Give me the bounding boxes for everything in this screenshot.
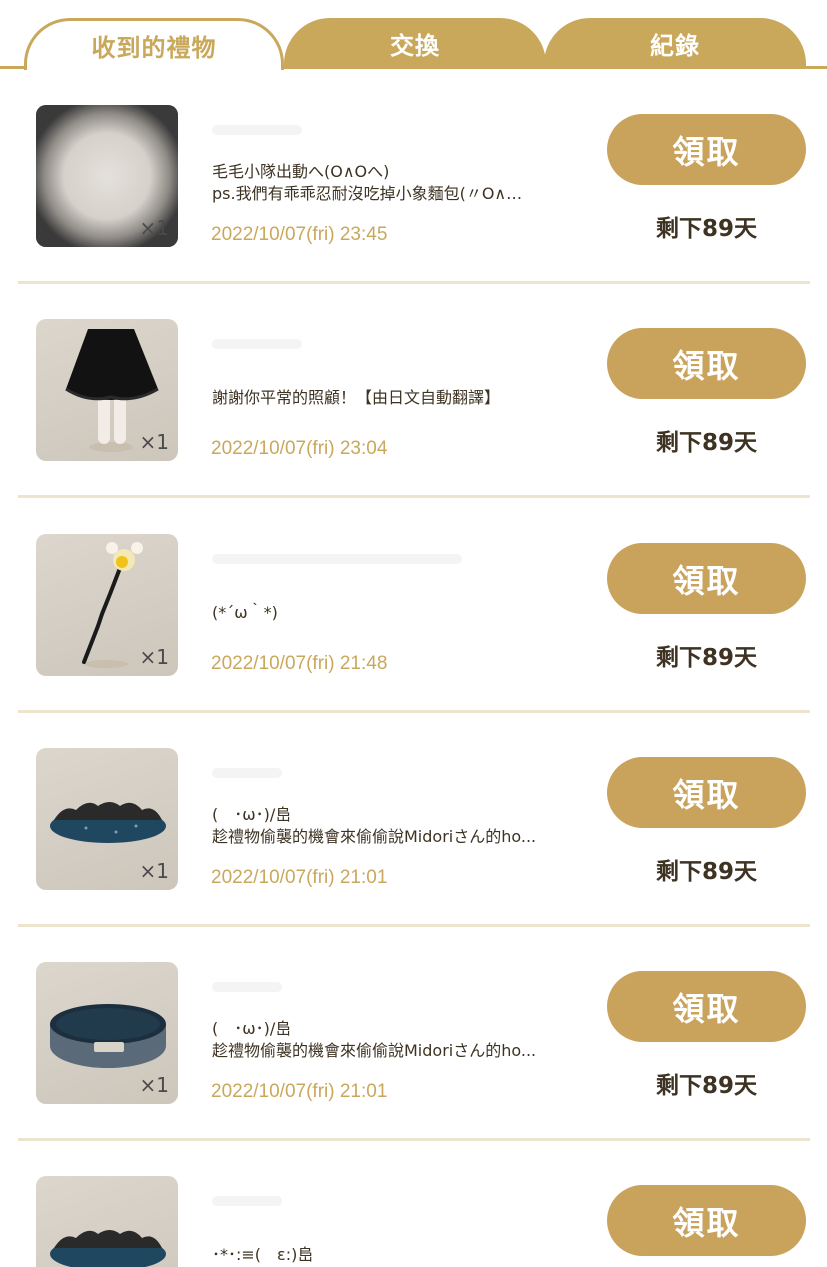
sender-name-blurred (212, 1196, 282, 1206)
claim-button[interactable]: 領取 (607, 328, 806, 399)
claim-button[interactable]: 領取 (607, 543, 806, 614)
active-tab-gap (27, 66, 281, 69)
gift-row: ×1 (*´ω｀*) 2022/10/07(fri) 21:48 領取 剩下89… (0, 534, 827, 748)
message-line: ( ･ω･)/峊 (212, 805, 292, 824)
gift-message: ( ･ω･)/峊 趁禮物偷襲的機會來偷偷說Midoriさん的ho... (212, 804, 592, 848)
blue-rug-icon (50, 1230, 166, 1267)
sender-name-blurred (212, 768, 282, 778)
message-line: 趁禮物偷襲的機會來偷偷說Midoriさん的ho... (212, 1041, 537, 1060)
claim-button[interactable]: 領取 (607, 971, 806, 1042)
message-line: ･*･:≡( ε:)峊 (212, 1245, 314, 1264)
message-line: ps.我們有乖乖忍耐沒吃掉小象麵包(〃O∧… (212, 184, 523, 203)
gift-thumbnail (36, 1176, 178, 1267)
remaining-days: 剩下89天 (655, 216, 757, 242)
gift-thumbnail: ×1 (36, 534, 178, 676)
gift-message: 謝謝你平常的照顧！【由日文自動翻譯】 (212, 387, 592, 409)
gift-quantity: ×1 (139, 645, 169, 669)
message-line: ( ･ω･)/峊 (212, 1019, 292, 1038)
gift-thumbnail: ×1 (36, 105, 178, 247)
gift-message: 毛毛小隊出動へ(O∧Oへ) ps.我們有乖乖忍耐沒吃掉小象麵包(〃O∧… (212, 161, 592, 205)
sender-name-blurred (212, 339, 302, 349)
gift-quantity: ×1 (139, 216, 169, 240)
gift-thumbnail: ×1 (36, 319, 178, 461)
gift-row: ×1 謝謝你平常的照顧！【由日文自動翻譯】 2022/10/07(fri) 23… (0, 319, 827, 533)
sender-name-blurred (212, 125, 302, 135)
message-line: 謝謝你平常的照顧！【由日文自動翻譯】 (212, 388, 501, 407)
gift-row: ×1 毛毛小隊出動へ(O∧Oへ) ps.我們有乖乖忍耐沒吃掉小象麵包(〃O∧… … (0, 105, 827, 319)
sender-name-blurred (212, 982, 282, 992)
row-divider (18, 710, 810, 713)
gift-message: (*´ω｀*) (212, 602, 592, 624)
remaining-days: 剩下89天 (655, 645, 757, 671)
gift-date: 2022/10/07(fri) 21:01 (211, 867, 388, 888)
gift-date: 2022/10/07(fri) 23:45 (211, 224, 388, 245)
remaining-days: 剩下89天 (655, 430, 757, 456)
gift-row: ×1 ( ･ω･)/峊 趁禮物偷襲的機會來偷偷說Midoriさん的ho... 2… (0, 748, 827, 962)
tab-bar: 收到的禮物 交換 紀錄 (0, 0, 827, 70)
gift-row: ･*･:≡( ε:)峊 領取 (0, 1176, 827, 1267)
row-divider (18, 281, 810, 284)
gift-message: ･*･:≡( ε:)峊 (212, 1244, 592, 1266)
gift-quantity: ×1 (139, 430, 169, 454)
tab-exchange[interactable]: 交換 (284, 18, 546, 69)
gift-date: 2022/10/07(fri) 23:04 (211, 438, 388, 459)
claim-button[interactable]: 領取 (607, 757, 806, 828)
remaining-days: 剩下89天 (655, 859, 757, 885)
claim-button[interactable]: 領取 (607, 114, 806, 185)
gift-date: 2022/10/07(fri) 21:01 (211, 1081, 388, 1102)
row-divider (18, 495, 810, 498)
tab-history[interactable]: 紀錄 (544, 18, 806, 69)
gift-quantity: ×1 (139, 859, 169, 883)
message-line: 趁禮物偷襲的機會來偷偷說Midoriさん的ho... (212, 827, 537, 846)
message-line: 毛毛小隊出動へ(O∧Oへ) (212, 162, 390, 181)
claim-button[interactable]: 領取 (607, 1185, 806, 1256)
gift-message: ( ･ω･)/峊 趁禮物偷襲的機會來偷偷說Midoriさん的ho... (212, 1018, 592, 1062)
gift-quantity: ×1 (139, 1073, 169, 1097)
message-line: (*´ω｀*) (212, 603, 278, 622)
tab-received-gifts[interactable]: 收到的禮物 (24, 18, 284, 70)
sender-name-blurred (212, 554, 462, 564)
gift-thumbnail: ×1 (36, 748, 178, 890)
row-divider (18, 1138, 810, 1141)
row-divider (18, 924, 810, 927)
remaining-days: 剩下89天 (655, 1073, 757, 1099)
gift-date: 2022/10/07(fri) 21:48 (211, 653, 388, 674)
gift-thumbnail: ×1 (36, 962, 178, 1104)
gift-row: ×1 ( ･ω･)/峊 趁禮物偷襲的機會來偷偷說Midoriさん的ho... 2… (0, 962, 827, 1176)
